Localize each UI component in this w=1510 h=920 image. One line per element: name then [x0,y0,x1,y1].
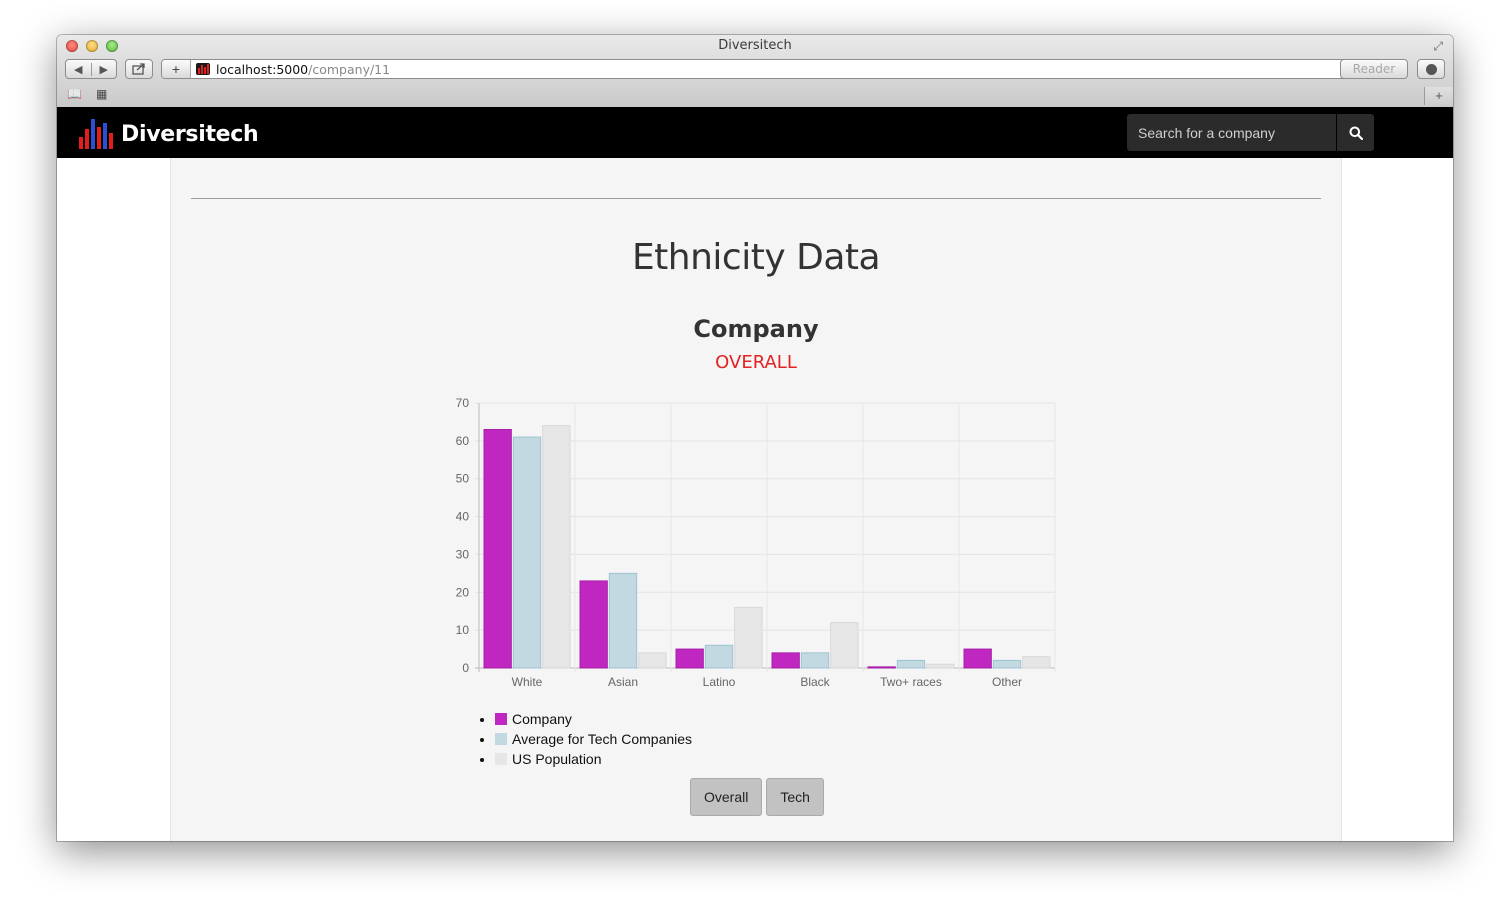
legend-label: Average for Tech Companies [512,731,693,747]
view-toggle: Overall Tech [690,778,824,816]
legend-swatch [495,713,507,725]
browser-window: Diversitech ⤢ ◀ ▶ + localhost:5000/compa… [57,35,1453,841]
x-tick-label: Latino [703,675,736,689]
brand-link[interactable]: Diversitech [79,119,259,149]
x-tick-label: Other [992,675,1022,689]
tech-button[interactable]: Tech [766,778,824,816]
url-path: /company/11 [308,62,391,77]
browser-toolbar: Diversitech ⤢ ◀ ▶ + localhost:5000/compa… [57,35,1453,108]
bar-two-races-1 [896,659,926,669]
legend-item: Average for Tech Companies [495,729,692,749]
add-bookmark-icon[interactable]: + [162,60,191,78]
brand-name: Diversitech [121,122,259,147]
y-tick-label: 30 [456,547,470,561]
bar-other-0 [963,648,992,669]
bar-black-2 [830,622,859,669]
x-tick-label: White [512,675,543,689]
legend-item: US Population [495,749,692,769]
bar-asian-2 [638,652,667,669]
url-text: localhost:5000/company/11 [216,62,390,77]
search-button[interactable] [1336,114,1374,151]
back-arrow-icon[interactable]: ◀ [66,62,92,76]
bar-white-2 [542,425,571,669]
page-title: Ethnicity Data [631,237,881,278]
y-tick-label: 0 [462,661,469,675]
bar-asian-0 [579,580,608,669]
y-tick-label: 50 [456,472,470,486]
reader-button[interactable]: Reader [1340,59,1408,79]
history-nav: ◀ ▶ [65,59,117,79]
y-tick-label: 10 [456,623,470,637]
company-search [1127,114,1374,151]
site-favicon-icon [196,63,210,75]
legend-swatch [495,733,507,745]
new-tab-button[interactable]: + [1424,87,1453,105]
main-content: Ethnicity Data Company OVERALL 0 10 20 30 40… [170,158,1342,841]
y-tick-label: 40 [456,510,470,524]
bar-two-races-2 [926,663,955,669]
window-title: Diversitech [718,38,792,53]
legend-item: Company [495,709,692,729]
bar-white-0 [483,429,512,669]
bar-latino-0 [675,648,704,669]
share-button[interactable] [125,59,153,79]
legend-label: Company [512,711,572,727]
bar-other-1 [992,659,1022,669]
company-subtitle: Company [693,315,819,343]
search-input[interactable] [1127,114,1337,151]
downloads-button[interactable] [1417,59,1445,79]
section-divider [191,198,1321,199]
bookmarks-book-icon[interactable]: 📖 [67,87,82,101]
x-tick-label: Asian [608,675,638,689]
site-navbar: Diversitech [57,107,1453,158]
top-sites-grid-icon[interactable]: ▦ [96,87,107,101]
legend-label: US Population [512,751,602,767]
url-host: localhost:5000 [216,62,309,77]
forward-arrow-icon[interactable]: ▶ [92,63,117,76]
bookmarks-bar: 📖 ▦ [67,87,107,101]
x-tick-label: Black [800,675,830,689]
bar-latino-2 [734,606,763,669]
ethnicity-bar-chart: 0 10 20 30 40 50 60 70 White Asian Latino Black Two+… [456,398,1056,689]
overall-button[interactable]: Overall [690,778,763,816]
chart-legend: Company Average for Tech Companies US Popu… [479,709,692,769]
bar-other-2 [1022,656,1051,669]
brand-bars-icon [79,119,113,149]
y-tick-label: 60 [456,434,470,448]
bar-black-0 [771,652,800,669]
x-tick-label: Two+ races [880,675,942,689]
share-icon [132,63,145,75]
bar-asian-1 [608,572,638,669]
view-label: OVERALL [715,352,797,373]
search-icon [1349,126,1363,140]
legend-swatch [495,753,507,765]
download-icon [1425,63,1437,75]
page-viewport: Diversitech Ethnicity Data Company OVERA… [57,107,1453,841]
bar-latino-1 [704,644,734,669]
bar-black-1 [800,652,830,669]
y-tick-label: 20 [456,585,470,599]
y-tick-label: 70 [456,398,470,410]
bar-white-1 [512,436,542,669]
bar-two-races-0 [867,666,896,669]
address-bar[interactable]: + localhost:5000/company/11 ↻ [161,59,1407,79]
fullscreen-icon[interactable]: ⤢ [1433,39,1443,54]
